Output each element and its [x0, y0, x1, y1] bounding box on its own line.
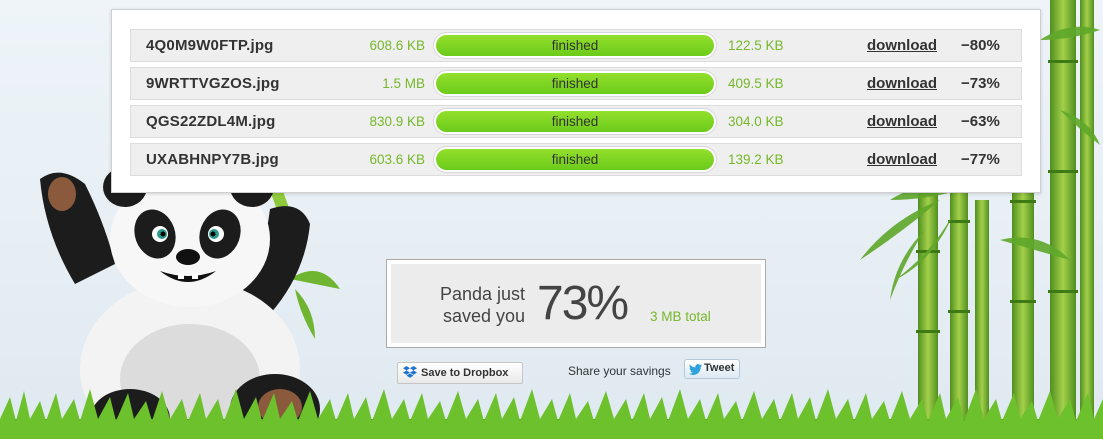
file-row: 9WRTTVGZOS.jpg 1.5 MB finished 409.5 KB …: [130, 67, 1022, 100]
download-link[interactable]: download: [867, 151, 937, 168]
tweet-label: Tweet: [704, 362, 735, 374]
savings-message: Panda just saved you: [421, 283, 525, 327]
file-row: 4Q0M9W0FTP.jpg 608.6 KB finished 122.5 K…: [130, 29, 1022, 62]
save-to-dropbox-button[interactable]: Save to Dropbox: [397, 362, 523, 384]
progress-status: finished: [436, 35, 714, 56]
download-link[interactable]: download: [867, 75, 937, 92]
file-name: 4Q0M9W0FTP.jpg: [146, 37, 274, 54]
savings-summary-inner: Panda just saved you 73% 3 MB total: [391, 264, 761, 343]
download-link[interactable]: download: [867, 113, 937, 130]
results-panel: 4Q0M9W0FTP.jpg 608.6 KB finished 122.5 K…: [111, 9, 1041, 193]
progress-bar: finished: [433, 108, 717, 135]
savings-percent: −80%: [961, 37, 1000, 54]
compressed-size: 304.0 KB: [728, 114, 784, 129]
compressed-size: 139.2 KB: [728, 152, 784, 167]
file-row: UXABHNPY7B.jpg 603.6 KB finished 139.2 K…: [130, 143, 1022, 176]
savings-total-size: 3 MB total: [650, 309, 711, 324]
savings-percent: −73%: [961, 75, 1000, 92]
original-size: 603.6 KB: [369, 152, 425, 167]
savings-message-line2: saved you: [442, 306, 525, 326]
share-savings-label: Share your savings: [568, 364, 671, 378]
progress-status: finished: [436, 149, 714, 170]
original-size: 830.9 KB: [369, 114, 425, 129]
tweet-button[interactable]: Tweet: [684, 359, 740, 379]
compressed-size: 122.5 KB: [728, 38, 784, 53]
savings-percent: −77%: [961, 151, 1000, 168]
grass-illustration: [0, 389, 1103, 439]
file-row: QGS22ZDL4M.jpg 830.9 KB finished 304.0 K…: [130, 105, 1022, 138]
file-name: UXABHNPY7B.jpg: [146, 151, 279, 168]
progress-status: finished: [436, 111, 714, 132]
savings-percent-total: 73%: [537, 277, 629, 330]
progress-bar: finished: [433, 32, 717, 59]
original-size: 608.6 KB: [369, 38, 425, 53]
file-name: 9WRTTVGZOS.jpg: [146, 75, 280, 92]
save-to-dropbox-label: Save to Dropbox: [421, 367, 509, 379]
progress-status: finished: [436, 73, 714, 94]
progress-bar: finished: [433, 70, 717, 97]
dropbox-icon: [403, 366, 417, 378]
savings-message-line1: Panda just: [439, 284, 525, 304]
original-size: 1.5 MB: [382, 76, 425, 91]
progress-bar: finished: [433, 146, 717, 173]
download-link[interactable]: download: [867, 37, 937, 54]
compressed-size: 409.5 KB: [728, 76, 784, 91]
savings-summary: Panda just saved you 73% 3 MB total: [386, 259, 766, 348]
page-background: 4Q0M9W0FTP.jpg 608.6 KB finished 122.5 K…: [0, 0, 1103, 439]
savings-percent: −63%: [961, 113, 1000, 130]
twitter-bird-icon: [689, 364, 702, 375]
file-name: QGS22ZDL4M.jpg: [146, 113, 276, 130]
